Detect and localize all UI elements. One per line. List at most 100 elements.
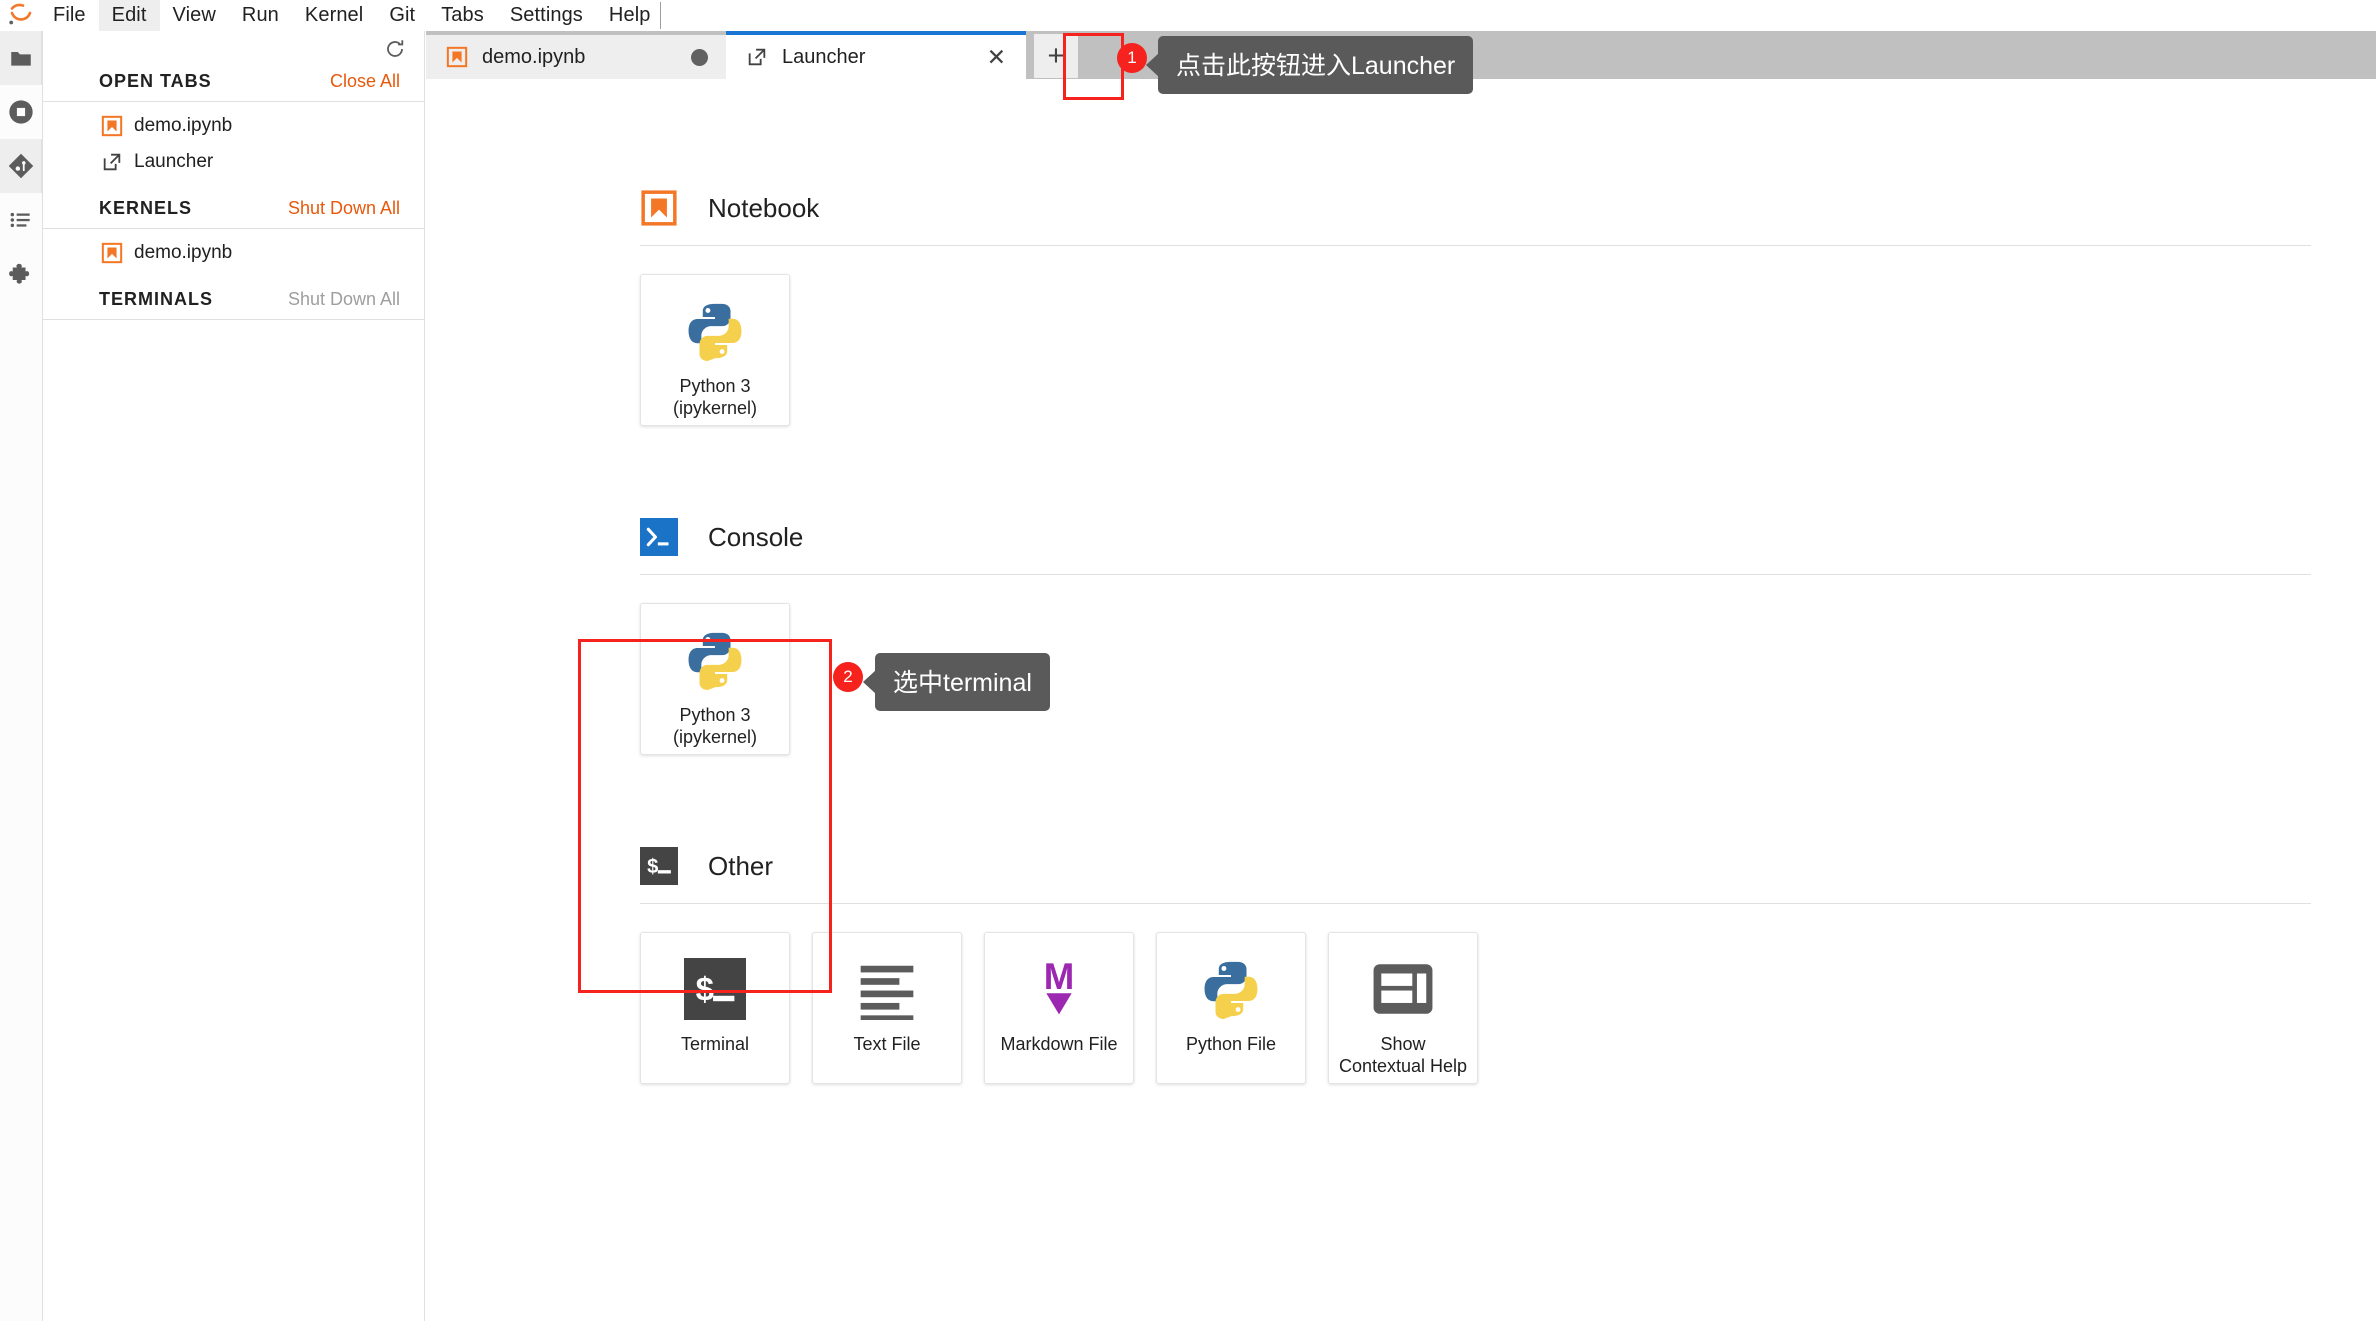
launcher-card-python-file[interactable]: Python File [1156,932,1306,1084]
python-icon [684,624,746,696]
launcher-section-title: Notebook [708,192,820,223]
sidebar-icon-extensions[interactable] [0,247,42,301]
launcher-card-console-python3[interactable]: Python 3 (ipykernel) [640,603,790,755]
notebook-icon [101,242,123,264]
menu-bar: File Edit View Run Kernel Git Tabs Settings Help [0,0,2376,31]
menu-kernel[interactable]: Kernel [292,0,376,31]
terminal-icon: $ [640,847,678,885]
sidebar-icon-table-of-contents[interactable] [0,193,42,247]
launcher-icon [101,151,123,173]
menu-run[interactable]: Run [229,0,292,31]
launcher-card-terminal[interactable]: $ Terminal [640,932,790,1084]
terminal-icon: $ [684,958,746,1020]
panel-toolbar [43,31,424,67]
list-item[interactable]: Launcher [43,144,424,180]
activity-sidebar-rail [0,31,43,1321]
list-item-label: demo.ipynb [134,242,233,263]
panel-section-action[interactable]: Close All [330,71,400,92]
launcher-section-header: Notebook [640,189,2376,245]
launcher-icon [746,46,768,68]
notebook-icon [101,242,123,264]
annotation-badge-1: 1 [1117,43,1147,73]
annotation-tip-1: 点击此按钮进入Launcher [1158,36,1474,94]
close-icon[interactable]: ✕ [985,45,1008,69]
terminal-icon: $ [640,847,678,885]
python-icon [688,303,742,362]
launcher-section: Notebook Python 3 (ipykernel) [426,189,2376,426]
launcher-card-markdown-file[interactable]: M Markdown File [984,932,1134,1084]
contextual-help-icon [1373,964,1433,1014]
notebook-icon [101,115,123,137]
console-icon [640,518,678,556]
terminal-icon: $ [684,953,746,1025]
main-dock-area: demo.ipynb Launcher ✕ + Notebook Python 3 (i… [426,31,2376,1321]
refresh-icon[interactable] [382,36,408,62]
launcher-icon [748,48,766,66]
panel-section-items: demo.ipynb [43,229,424,285]
python-icon [1200,953,1262,1025]
menu-bar-caret [660,2,661,29]
list-icon [10,212,30,228]
launcher-icon [103,153,121,171]
text-file-icon [860,965,914,1020]
launcher-card-label: Show Contextual Help [1338,1034,1468,1076]
console-icon [640,518,678,556]
document-tab[interactable]: demo.ipynb [426,35,726,79]
panel-section-action[interactable]: Shut Down All [288,198,400,219]
annotation-badge-2: 2 [833,662,863,692]
panel-section-title: OPEN TABS [99,71,212,91]
launcher-card-label: Text File [853,1034,921,1054]
launcher-card-row: Python 3 (ipykernel) [640,246,2376,426]
launcher-card-notebook-python3[interactable]: Python 3 (ipykernel) [640,274,790,426]
launcher-card-contextual-help[interactable]: Show Contextual Help [1328,932,1478,1084]
menu-git[interactable]: Git [376,0,428,31]
sidebar-icon-file-browser[interactable] [0,31,42,85]
menu-help[interactable]: Help [596,0,664,31]
notebook-icon [640,189,678,227]
menu-edit[interactable]: Edit [98,0,160,31]
menu-view[interactable]: View [160,0,229,31]
panel-section-items [43,320,424,340]
markdown-icon: M [1044,958,1074,1015]
jupyterlab-window: File Edit View Run Kernel Git Tabs Settings Help [0,0,2376,1321]
menu-tabs[interactable]: Tabs [428,0,497,31]
jupyter-logo-icon [2,0,40,31]
panel-section-header: OPEN TABS Close All [43,67,424,102]
launcher-card-row: $ Terminal Text File M Markdown File Pyth… [640,904,2376,1084]
markdown-icon: M [1028,953,1090,1025]
list-item-label: demo.ipynb [134,115,233,136]
panel-section-header: TERMINALS Shut Down All [43,285,424,320]
sidebar-icon-git[interactable] [0,139,42,193]
text-file-icon [856,953,918,1025]
document-tab[interactable]: Launcher ✕ [726,31,1026,79]
panel-section-header: KERNELS Shut Down All [43,194,424,229]
panel-section-title: TERMINALS [99,289,213,309]
unsaved-changes-icon [691,48,708,66]
notebook-icon [101,115,123,137]
python-icon [688,632,742,691]
panel-section-items: demo.ipynb Launcher [43,102,424,194]
notebook-icon [641,190,677,226]
document-tab-label: demo.ipynb [482,45,586,68]
sidebar-icon-running[interactable] [0,85,42,139]
launcher-card-text-file[interactable]: Text File [812,932,962,1084]
new-launcher-tab-button[interactable]: + [1034,34,1078,78]
running-sessions-panel: OPEN TABS Close All demo.ipynb Launcher KERN… [43,31,425,1321]
launcher-card-label: Terminal [680,1034,750,1054]
menu-settings[interactable]: Settings [497,0,596,31]
launcher-section: $ Other $ Terminal Text File M Markdown Fil… [426,847,2376,1084]
svg-text:$: $ [696,971,714,1008]
folder-icon [10,52,31,66]
panel-section-action: Shut Down All [287,289,400,309]
launcher-section-title: Console [708,521,804,552]
launcher-card-label: Python 3 (ipykernel) [672,376,758,418]
launcher-card-label: Markdown File [1000,1034,1118,1054]
menu-file[interactable]: File [40,0,99,31]
list-item[interactable]: demo.ipynb [43,108,424,144]
list-item[interactable]: demo.ipynb [43,235,424,271]
launcher-card-label: Python File [1185,1034,1277,1054]
launcher-section-header: $ Other [640,847,2376,903]
svg-text:$: $ [647,856,658,878]
launcher-panel: Notebook Python 3 (ipykernel) Console Pyth… [426,79,2376,1321]
list-item-label: Launcher [134,151,214,172]
